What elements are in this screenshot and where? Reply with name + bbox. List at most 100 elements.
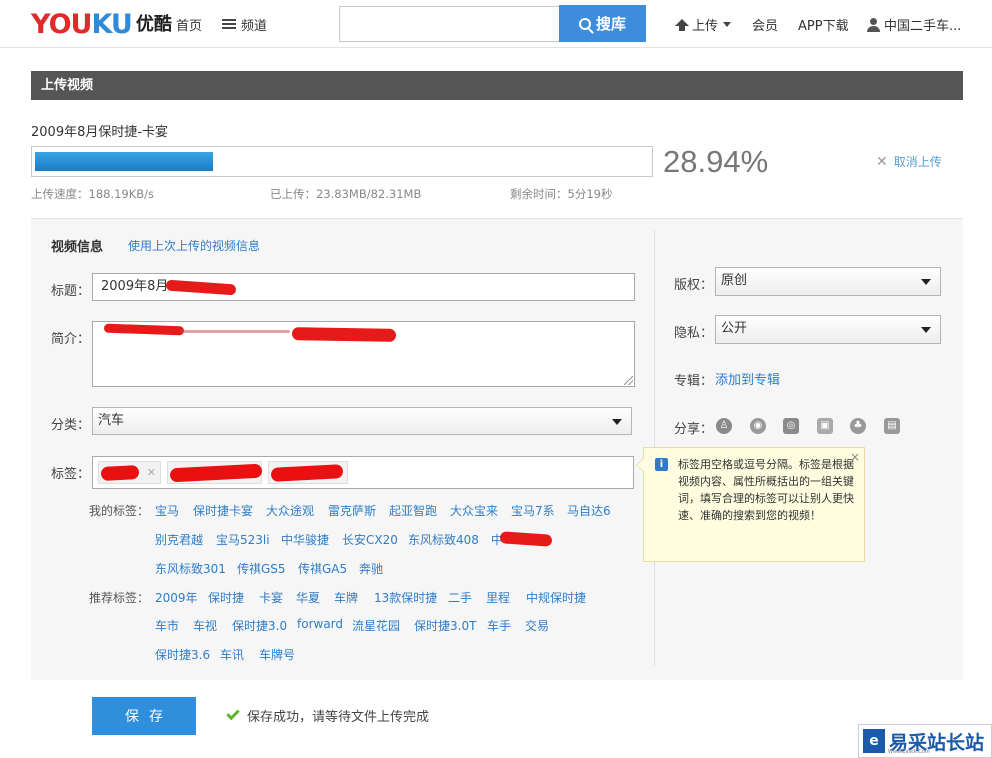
recommended-tag[interactable]: forward — [297, 617, 343, 631]
my-tags-label: 我的标签： — [89, 504, 150, 518]
share-kaixin-icon[interactable]: ♣ — [850, 418, 866, 434]
my-tag[interactable]: 马自达6 — [567, 502, 611, 519]
share-renren-icon[interactable]: ♙ — [716, 418, 732, 434]
copyright-select[interactable]: 原创 — [715, 267, 941, 296]
nav-member-link[interactable]: 会员 — [752, 15, 778, 34]
recommended-tag[interactable]: 保时捷3.0 — [232, 617, 287, 634]
upload-section-header: 上传视频 — [31, 71, 963, 100]
watermark-subtext: Www.Easck.Com — [888, 749, 930, 755]
watermark-logo: e — [863, 729, 885, 753]
recommended-tag[interactable]: 交易 — [525, 617, 549, 634]
close-icon[interactable]: × — [850, 449, 860, 466]
chevron-down-icon — [723, 22, 732, 27]
search-icon — [578, 17, 591, 30]
privacy-select[interactable]: 公开 — [715, 315, 941, 344]
check-icon — [226, 706, 240, 721]
recommended-tag[interactable]: 保时捷3.6 — [155, 646, 210, 663]
menu-icon — [222, 19, 236, 30]
copyright-label: 版权： — [674, 278, 714, 293]
upload-progress-bar — [31, 146, 653, 177]
category-label: 分类： — [51, 418, 91, 433]
my-tag[interactable]: 大众宝来 — [450, 502, 498, 519]
recommended-tag[interactable]: 中规保时捷 — [526, 589, 586, 606]
recommended-tag[interactable]: 车视 — [193, 617, 217, 634]
my-tag[interactable]: 起亚智跑 — [389, 502, 437, 519]
my-tag[interactable]: 保时捷卡宴 — [193, 502, 253, 519]
recommended-tag[interactable]: 卡宴 — [259, 589, 283, 606]
dropdown-arrow-icon — [921, 279, 931, 285]
tags-label: 标签： — [51, 467, 91, 482]
upload-file-name: 2009年8月保时捷-卡宴 — [31, 125, 169, 140]
description-label: 简介： — [51, 332, 91, 347]
recommended-tag[interactable]: 保时捷 — [208, 589, 244, 606]
share-douban-icon[interactable]: ▤ — [884, 418, 900, 434]
recommended-tag[interactable]: 二手 — [448, 589, 472, 606]
recommended-tag[interactable]: 车牌 — [334, 589, 358, 606]
tag-chip[interactable] — [167, 461, 263, 484]
remaining-time: 剩余时间：5分19秒 — [510, 187, 613, 201]
recommended-tag[interactable]: 车牌号 — [259, 646, 295, 663]
my-tag[interactable]: 大众途观 — [266, 502, 314, 519]
upload-progress-fill — [35, 152, 213, 171]
recommended-tag[interactable]: 13款保时捷 — [374, 589, 437, 606]
title-label: 标题： — [51, 284, 91, 299]
save-status-message: 保存成功，请等待文件上传完成 — [226, 706, 429, 725]
share-weibo-icon[interactable]: ◉ — [750, 418, 766, 434]
share-qzone-icon[interactable]: ▣ — [817, 418, 833, 434]
my-tag[interactable]: 别克君越 — [155, 531, 203, 548]
category-select[interactable]: 汽车 — [92, 407, 632, 435]
user-icon — [867, 17, 880, 32]
uploaded-size: 已上传：23.83MB/82.31MB — [270, 187, 422, 201]
reuse-last-info-link[interactable]: 使用上次上传的视频信息 — [128, 237, 260, 254]
my-tag[interactable]: 奔驰 — [359, 560, 383, 577]
recommended-tag[interactable]: 车市 — [155, 617, 179, 634]
tag-chip[interactable]: ✕ — [98, 461, 161, 484]
upload-speed: 上传速度：188.19KB/s — [31, 187, 155, 201]
my-tag[interactable]: 长安CX20 — [342, 531, 398, 548]
redaction-mark — [180, 330, 290, 333]
my-tag[interactable]: 传祺GA5 — [298, 560, 347, 577]
recommended-tag[interactable]: 保时捷3.0T — [414, 617, 476, 634]
recommended-tags-label: 推荐标签： — [89, 591, 150, 605]
nav-user-menu[interactable]: 中国二手车... — [867, 15, 961, 34]
nav-home-link[interactable]: 首页 — [176, 15, 202, 34]
add-to-album-link[interactable]: 添加到专辑 — [715, 369, 780, 388]
cancel-upload-link[interactable]: ✕ 取消上传 — [876, 153, 942, 170]
recommended-tag[interactable]: 2009年 — [155, 589, 198, 606]
my-tag[interactable]: 东风标致408 — [408, 531, 479, 548]
my-tag[interactable]: 传祺GS5 — [237, 560, 286, 577]
recommended-tag[interactable]: 车讯 — [220, 646, 244, 663]
nav-app-download-link[interactable]: APP下载 — [798, 15, 849, 34]
remove-tag-icon[interactable]: ✕ — [147, 460, 156, 486]
dropdown-arrow-icon — [921, 327, 931, 333]
tags-input[interactable]: ✕ — [92, 456, 634, 489]
tag-chip[interactable] — [268, 461, 348, 484]
nav-channel-link[interactable]: 频道 — [222, 15, 267, 34]
recommended-tag[interactable]: 车手 — [487, 617, 511, 634]
my-tag[interactable]: 东风标致301 — [155, 560, 226, 577]
save-button[interactable]: 保存 — [92, 697, 196, 735]
search-input[interactable] — [339, 6, 560, 42]
my-tag[interactable]: 中华骏捷 — [281, 531, 329, 548]
video-info-title: 视频信息 — [51, 240, 104, 255]
privacy-label: 隐私： — [674, 326, 714, 341]
nav-upload-menu[interactable]: 上传 — [675, 15, 732, 34]
redaction-mark — [291, 327, 397, 342]
my-tag[interactable]: 宝马7系 — [511, 502, 555, 519]
recommended-tag[interactable]: 流星花园 — [352, 617, 400, 634]
upload-progress-percent: 28.94% — [663, 144, 769, 179]
resize-grip-icon[interactable] — [624, 376, 633, 385]
share-label: 分享： — [674, 422, 714, 437]
recommended-tag[interactable]: 里程 — [486, 589, 510, 606]
share-tencent-icon[interactable]: ◎ — [783, 418, 799, 434]
search-button[interactable]: 搜库 — [559, 5, 646, 42]
my-tag[interactable]: 宝马 — [155, 502, 179, 519]
close-icon: ✕ — [876, 153, 888, 170]
youku-logo[interactable]: YOUKU 优酷 — [31, 8, 172, 42]
upload-icon — [675, 19, 689, 31]
top-bar: YOUKU 优酷 首页 频道 搜库 上传 会员 APP下载 中国二手车... — [0, 0, 992, 48]
recommended-tag[interactable]: 华夏 — [296, 589, 320, 606]
album-label: 专辑： — [674, 374, 714, 389]
my-tag[interactable]: 雷克萨斯 — [328, 502, 376, 519]
my-tag[interactable]: 宝马523li — [216, 531, 270, 548]
